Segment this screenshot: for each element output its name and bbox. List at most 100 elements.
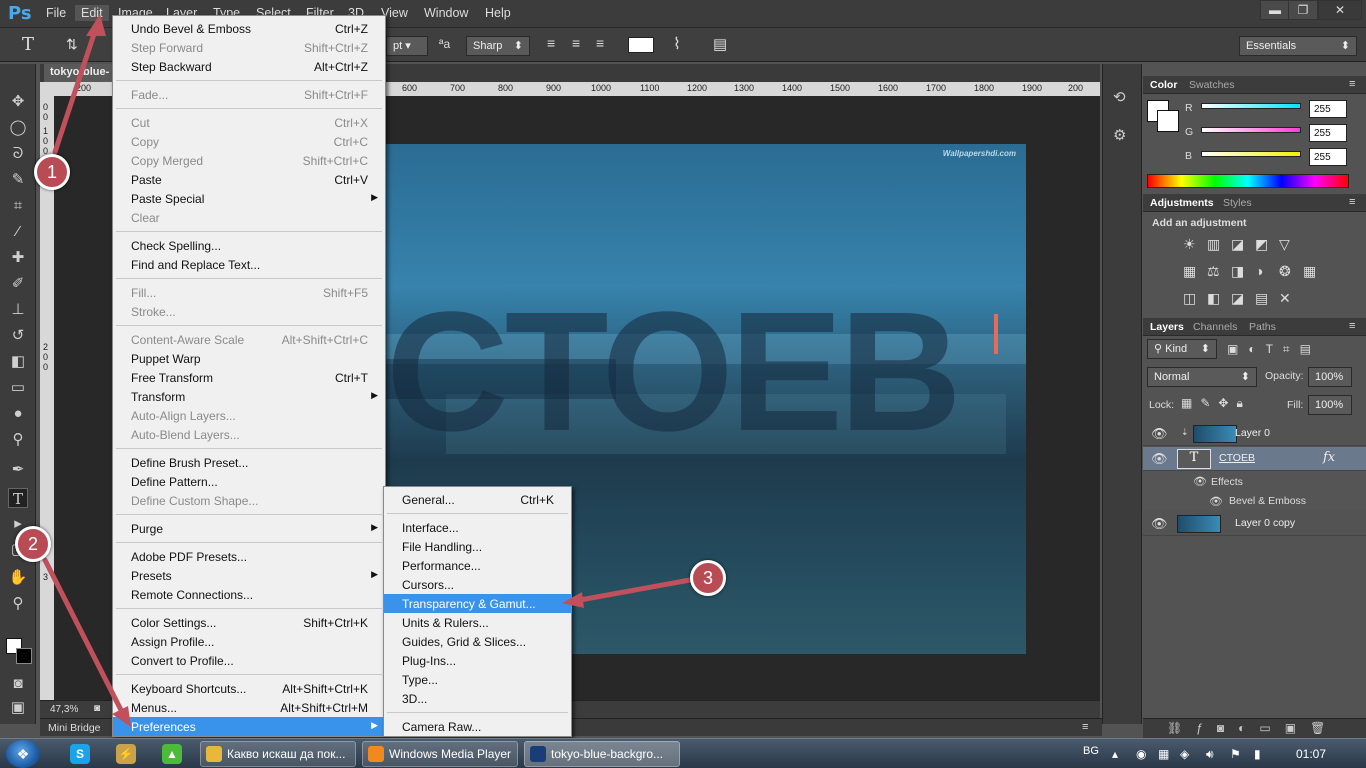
edit-menu-item[interactable]: Transform ▶ — [113, 387, 385, 406]
volume-icon[interactable]: 🔊︎ — [1206, 747, 1214, 762]
edit-menu-item[interactable]: Find and Replace Text... — [113, 255, 385, 274]
edit-menu-item[interactable]: Convert to Profile... — [113, 651, 385, 670]
lock-icons[interactable]: ▦✎✥🔒︎ — [1181, 396, 1251, 411]
minimize-button[interactable]: ▬ — [1260, 0, 1290, 20]
edit-menu-item[interactable]: Stroke... — [113, 302, 385, 321]
skype-icon[interactable]: S — [70, 744, 90, 764]
edit-menu-item[interactable]: Preferences ▶ — [113, 717, 385, 736]
close-button[interactable]: ✕ — [1318, 0, 1362, 20]
edit-menu-item[interactable]: Fill... Shift+F5 — [113, 283, 385, 302]
edit-menu-item[interactable]: Step Forward Shift+Ctrl+Z — [113, 38, 385, 57]
edit-menu-item[interactable]: Copy Ctrl+C — [113, 132, 385, 151]
text-color-swatch[interactable] — [628, 37, 654, 53]
layer-filter-icons[interactable]: ▣◐T⌗▤ — [1227, 342, 1321, 357]
opacity-field[interactable]: 100% — [1308, 367, 1352, 387]
fx-icon[interactable]: fx — [1323, 450, 1335, 465]
visibility-eye-icon[interactable]: 👁︎ — [1151, 426, 1168, 442]
edit-menu-item[interactable]: Define Brush Preset... — [113, 453, 385, 472]
history-brush-tool-icon[interactable]: ↺ — [8, 326, 28, 346]
edit-menu-item[interactable]: Purge ▶ — [113, 519, 385, 538]
tab-channels[interactable]: Channels — [1193, 321, 1237, 333]
edit-menu-item[interactable]: Puppet Warp — [113, 349, 385, 368]
preferences-menu-item[interactable]: File Handling... — [384, 537, 571, 556]
utorrent-icon[interactable]: ▲ — [162, 744, 182, 764]
tray-expand-icon[interactable]: ▴ — [1112, 747, 1118, 761]
taskbar-photoshop[interactable]: tokyo-blue-backgro... — [524, 741, 680, 767]
edit-menu-item[interactable]: Undo Bevel & Emboss Ctrl+Z — [113, 19, 385, 38]
pen-tool-icon[interactable]: ✒ — [8, 460, 28, 480]
crop-tool-icon[interactable]: ⌗ — [8, 196, 28, 216]
edit-menu-item[interactable]: Presets ▶ — [113, 566, 385, 585]
font-size-select[interactable]: pt ▾ — [386, 36, 428, 56]
preferences-menu-item[interactable]: General... Ctrl+K — [384, 490, 571, 509]
edit-menu-item[interactable]: Cut Ctrl+X — [113, 113, 385, 132]
workspace-select[interactable]: Essentials ⬍ — [1239, 36, 1357, 56]
edit-menu-item[interactable]: Auto-Align Layers... — [113, 406, 385, 425]
edit-menu-item[interactable]: Define Custom Shape... — [113, 491, 385, 510]
adjustment-icon[interactable]: ▦ — [1183, 263, 1196, 280]
adjustment-icon[interactable]: ▽ — [1279, 236, 1290, 253]
tab-layers[interactable]: Layers — [1150, 321, 1184, 333]
panel-menu-icon[interactable]: ≡ — [1349, 320, 1355, 332]
red-value[interactable]: 255 — [1309, 100, 1347, 118]
preferences-menu-item[interactable]: Units & Rulers... — [384, 613, 571, 632]
type-tool-icon[interactable]: T — [22, 34, 34, 55]
edit-menu-item[interactable]: Define Pattern... — [113, 472, 385, 491]
blue-value[interactable]: 255 — [1309, 148, 1347, 166]
preferences-menu-item[interactable]: Type... — [384, 670, 571, 689]
tab-paths[interactable]: Paths — [1249, 321, 1276, 333]
edit-menu-item[interactable]: Menus... Alt+Shift+Ctrl+M — [113, 698, 385, 717]
panel-menu-icon[interactable]: ≡ — [1349, 196, 1355, 208]
maximize-button[interactable]: ❐ — [1288, 0, 1318, 20]
quick-select-tool-icon[interactable]: ✎ — [8, 170, 28, 190]
tray-skype-icon[interactable]: ◉ — [1136, 747, 1146, 761]
eraser-tool-icon[interactable]: ◧ — [8, 352, 28, 372]
adjustment-icon[interactable]: ✕ — [1279, 290, 1291, 307]
edit-menu-item[interactable]: Auto-Blend Layers... — [113, 425, 385, 444]
edit-menu-item[interactable]: Assign Profile... — [113, 632, 385, 651]
layers-footer-icons[interactable]: ⛓ƒ◙◐▭▣🗑︎ — [1167, 721, 1339, 735]
edit-menu-item[interactable]: Adobe PDF Presets... — [113, 547, 385, 566]
document-tab[interactable]: tokyo-blue- — [44, 64, 116, 82]
taskbar-chrome[interactable]: Какво искаш да пок... — [200, 741, 356, 767]
gradient-tool-icon[interactable]: ▭ — [8, 378, 28, 398]
align-center-icon[interactable]: ≡ — [572, 35, 580, 51]
action-center-flag-icon[interactable]: ⚑ — [1230, 747, 1241, 761]
edit-menu-item[interactable]: Fade... Shift+Ctrl+F — [113, 85, 385, 104]
marquee-tool-icon[interactable]: ◯ — [8, 118, 28, 138]
adjustment-icon[interactable]: ◨ — [1231, 263, 1244, 280]
blend-mode-select[interactable]: Normal ⬍ — [1147, 367, 1257, 387]
character-panel-icon[interactable]: ▤ — [713, 35, 727, 53]
menu-edit[interactable]: Edit — [75, 5, 109, 21]
green-value[interactable]: 255 — [1309, 124, 1347, 142]
move-tool-icon[interactable]: ✥ — [8, 92, 28, 112]
preferences-menu-item[interactable]: Plug-Ins... — [384, 651, 571, 670]
pinned-app-icon[interactable]: ⚡ — [116, 744, 136, 764]
adjustment-icon[interactable]: ▥ — [1207, 236, 1220, 253]
tab-swatches[interactable]: Swatches — [1189, 79, 1235, 91]
visibility-eye-icon[interactable]: 👁︎ — [1151, 516, 1168, 532]
color-spectrum-bar[interactable] — [1147, 174, 1349, 188]
adjustment-icon[interactable]: ▦ — [1303, 263, 1316, 280]
edit-menu-item[interactable]: Check Spelling... — [113, 236, 385, 255]
network-icon[interactable]: ▮ — [1254, 747, 1261, 761]
blur-tool-icon[interactable]: ● — [8, 404, 28, 424]
adjustment-icon[interactable]: ◧ — [1207, 290, 1220, 307]
panel-menu-icon[interactable]: ≡ — [1349, 78, 1355, 90]
menu-window[interactable]: Window — [424, 6, 468, 20]
visibility-eye-icon[interactable]: 👁︎ — [1151, 451, 1168, 467]
anti-alias-select[interactable]: Sharp ⬍ — [466, 36, 530, 56]
background-color-swatch[interactable] — [1157, 110, 1179, 132]
edit-menu-item[interactable]: Keyboard Shortcuts... Alt+Shift+Ctrl+K — [113, 679, 385, 698]
adjustment-icon[interactable]: ◩ — [1255, 236, 1268, 253]
preferences-menu-item[interactable]: Performance... — [384, 556, 571, 575]
clock[interactable]: 01:07 — [1296, 747, 1326, 761]
preferences-menu-item[interactable]: Guides, Grid & Slices... — [384, 632, 571, 651]
tray-app-icon[interactable]: ▦ — [1158, 747, 1169, 761]
visibility-eye-icon[interactable]: 👁︎ — [1193, 475, 1207, 488]
edit-menu-item[interactable]: Paste Ctrl+V — [113, 170, 385, 189]
layer-filter-select[interactable]: ⚲ Kind ⬍ — [1147, 339, 1217, 359]
orientation-icon[interactable]: ⇅ — [66, 36, 78, 53]
preferences-menu-item[interactable]: 3D... — [384, 689, 571, 708]
red-slider[interactable] — [1201, 103, 1301, 109]
